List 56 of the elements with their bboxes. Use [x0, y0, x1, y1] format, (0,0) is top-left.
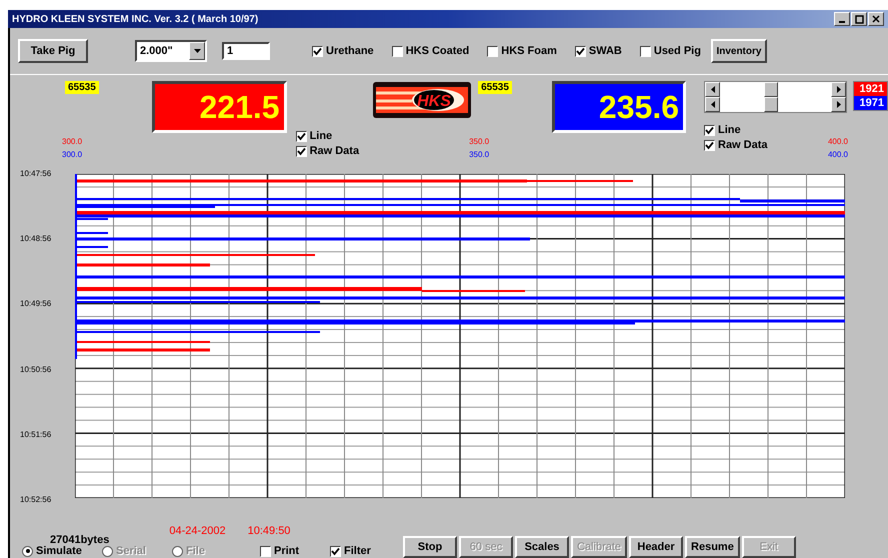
scale-value: 400.0	[828, 137, 848, 146]
scale-value: 350.0	[469, 150, 490, 159]
time-label: 10:50:56	[20, 364, 52, 374]
checkbox[interactable]: SWAB	[574, 45, 622, 57]
time-label: 10:47:56	[20, 169, 52, 178]
checkbox[interactable]: Line	[704, 124, 768, 136]
time-label: 10:49:56	[20, 299, 52, 308]
time-label: 10:51:56	[20, 430, 52, 439]
reading-display: 221.5	[152, 81, 287, 133]
scale-value: 350.0	[469, 137, 490, 146]
time-text: 10:49:50	[248, 525, 290, 537]
checkbox[interactable]: HKS Foam	[487, 45, 557, 57]
checkbox[interactable]: Urethane	[312, 45, 374, 57]
slider-thumb[interactable]	[764, 97, 778, 112]
checkbox[interactable]: Print	[260, 545, 312, 557]
button[interactable]: Stop	[403, 536, 457, 558]
left-triangle-icon	[710, 101, 714, 108]
slider-thumb[interactable]	[764, 82, 778, 97]
caret-icon	[194, 49, 200, 53]
legend-label: 1971	[854, 96, 887, 110]
right-triangle-icon	[836, 86, 840, 93]
checkbox[interactable]: Line	[296, 130, 360, 142]
checkbox[interactable]: Raw Data	[704, 139, 768, 151]
inventory-button[interactable]: Inventory	[710, 39, 767, 63]
button[interactable]: Resume	[685, 536, 740, 558]
scale-value: 300.0	[62, 150, 84, 159]
time-label: 10:48:56	[20, 234, 52, 244]
size-dropdown[interactable]: 2.000"	[135, 40, 207, 62]
take-pig-button[interactable]: Take Pig	[18, 39, 88, 63]
checkbox[interactable]: Used Pig	[640, 45, 701, 57]
count-field[interactable]: 1	[222, 42, 270, 60]
scale-value: 300.0	[62, 137, 84, 146]
byte-count: 27041bytes	[50, 534, 110, 546]
close-icon[interactable]	[868, 12, 884, 26]
checkbox[interactable]: Filter	[330, 545, 382, 557]
legend-label: 1921	[854, 82, 887, 96]
reading-display: 235.6	[552, 81, 686, 133]
check-icon	[576, 46, 585, 56]
time-label: 10:52:56	[20, 494, 52, 504]
scale-value: 400.0	[828, 150, 848, 159]
window-title: HYDRO KLEEN SYSTEM INC. Ver. 3.2 ( March 10/97)	[12, 14, 258, 24]
check-icon	[331, 546, 340, 556]
date-text: 04-24-2002	[169, 525, 226, 537]
counter-badge: 65535	[478, 81, 512, 94]
right-triangle-icon	[836, 101, 840, 108]
radio-button[interactable]: Simulate	[22, 545, 102, 557]
button[interactable]: Scales	[515, 536, 569, 558]
logo: HKS	[372, 81, 472, 119]
maximize-icon[interactable]	[851, 12, 867, 26]
minimize-icon[interactable]	[834, 12, 850, 26]
counter-badge: 65535	[65, 81, 99, 94]
checkbox[interactable]: Raw Data	[296, 145, 360, 157]
check-icon	[313, 46, 322, 56]
left-triangle-icon	[710, 86, 714, 93]
button[interactable]: Header	[629, 536, 684, 558]
checkbox[interactable]: HKS Coated	[392, 45, 470, 57]
